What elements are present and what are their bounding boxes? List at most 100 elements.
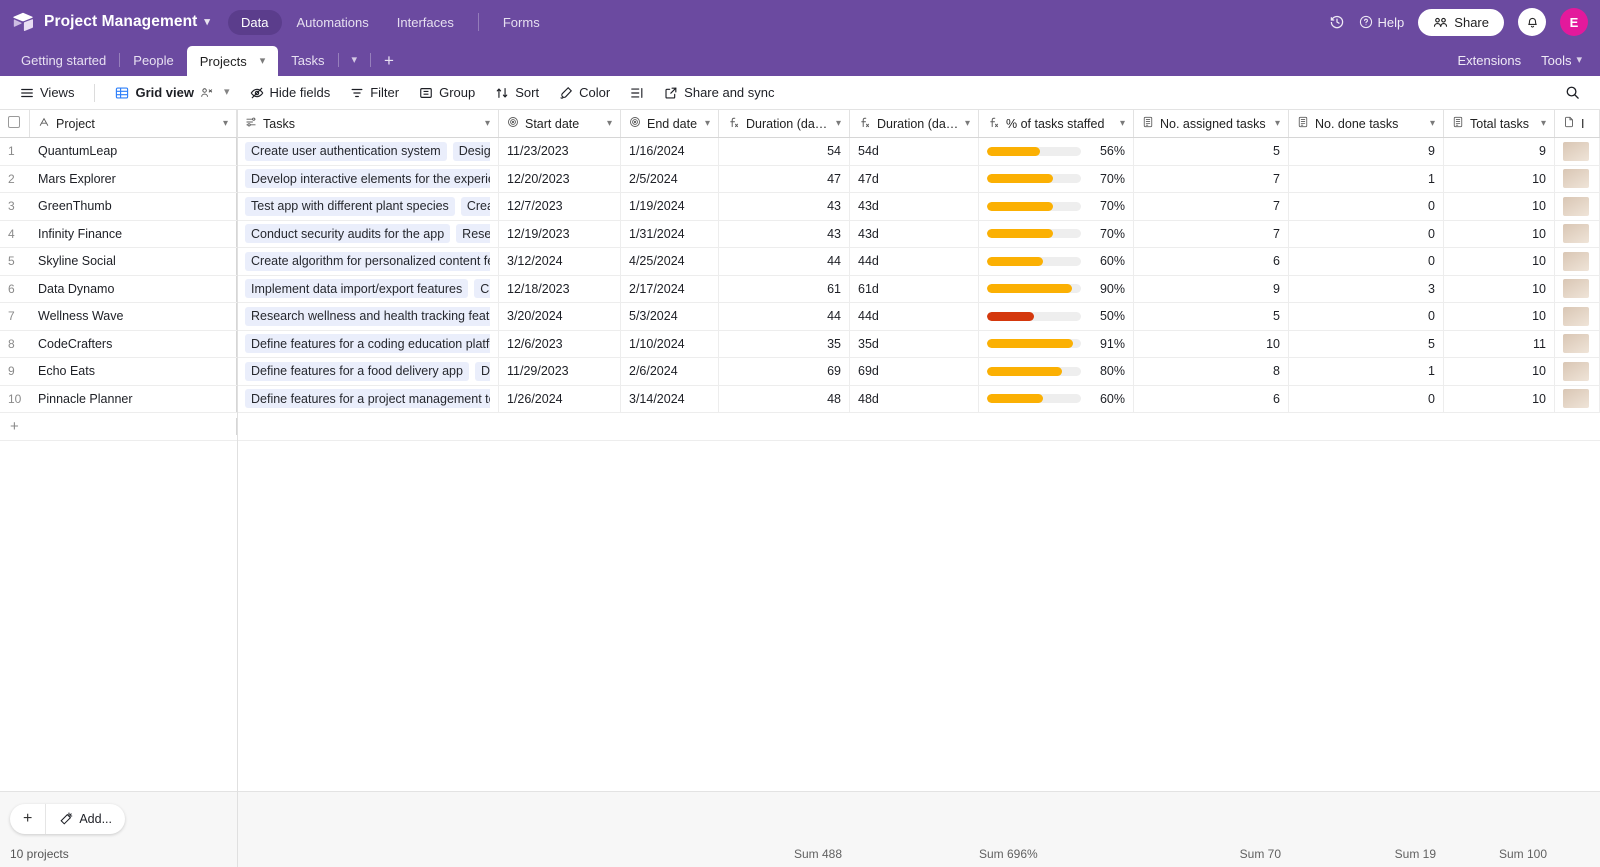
cell-tasks[interactable]: Conduct security audits for the appResea…: [237, 220, 499, 247]
summary-done[interactable]: Sum 19: [1289, 844, 1444, 864]
cell-done[interactable]: 1: [1289, 165, 1444, 192]
cell-attachment[interactable]: [1555, 220, 1600, 247]
cell-tasks[interactable]: Implement data import/export features Cre…: [237, 275, 499, 302]
cell-durd[interactable]: 44d: [850, 303, 979, 330]
summary-end[interactable]: [621, 844, 719, 864]
cell-project[interactable]: CodeCrafters: [30, 330, 237, 357]
color-button[interactable]: Color: [551, 81, 618, 104]
column-header-durd[interactable]: Duration (days...▾: [850, 110, 979, 137]
views-button[interactable]: Views: [12, 81, 82, 104]
cell-percent-tasks-staffed[interactable]: 60%: [979, 385, 1134, 412]
column-header-dur[interactable]: Duration (days) ▾: [719, 110, 850, 137]
task-chip[interactable]: Develop interactive elements for the exp…: [245, 169, 490, 189]
add-with-ai-button[interactable]: Add...: [46, 804, 125, 834]
cell-attachment[interactable]: [1555, 275, 1600, 302]
add-record-button[interactable]: + Add...: [10, 804, 126, 834]
cell-assigned[interactable]: 5: [1134, 303, 1289, 330]
attachment-thumbnail[interactable]: [1563, 279, 1589, 299]
cell-dur[interactable]: 61: [719, 275, 850, 302]
app-nav-interfaces[interactable]: Interfaces: [384, 10, 467, 35]
cell-end[interactable]: 2/17/2024: [621, 275, 719, 302]
tab-getting-started[interactable]: Getting started: [8, 44, 119, 76]
table-row[interactable]: 7 Wellness Wave Research wellness and heal…: [0, 303, 1600, 331]
cell-tasks[interactable]: Define features for a food delivery app D…: [237, 358, 499, 385]
cell-dur[interactable]: 35: [719, 330, 850, 357]
summary-pct[interactable]: Sum 696%: [979, 844, 1134, 864]
cell-total[interactable]: 11: [1444, 330, 1555, 357]
cell-tasks[interactable]: Create algorithm for personalized conten…: [237, 248, 499, 275]
cell-end[interactable]: 1/16/2024: [621, 138, 719, 165]
cell-project[interactable]: Mars Explorer: [30, 165, 237, 192]
column-header-end[interactable]: End date ▾: [621, 110, 719, 137]
attachment-thumbnail[interactable]: [1563, 334, 1589, 354]
cell-done[interactable]: 9: [1289, 138, 1444, 165]
cell-end[interactable]: 5/3/2024: [621, 303, 719, 330]
cell-percent-tasks-staffed[interactable]: 50%: [979, 303, 1134, 330]
summary-durd[interactable]: [850, 844, 979, 864]
cell-dur[interactable]: 43: [719, 220, 850, 247]
cell-durd[interactable]: 35d: [850, 330, 979, 357]
cell-done[interactable]: 0: [1289, 248, 1444, 275]
cell-dur[interactable]: 47: [719, 165, 850, 192]
cell-done[interactable]: 0: [1289, 303, 1444, 330]
cell-dur[interactable]: 44: [719, 248, 850, 275]
cell-start[interactable]: 12/7/2023: [499, 193, 621, 220]
cell-done[interactable]: 1: [1289, 358, 1444, 385]
cell-project[interactable]: Pinnacle Planner: [30, 385, 237, 412]
column-header-tasks[interactable]: Tasks ▾: [237, 110, 499, 137]
add-row-plus-icon[interactable]: +: [0, 418, 237, 435]
summary-assigned[interactable]: Sum 70: [1134, 844, 1289, 864]
help-button[interactable]: Help: [1359, 15, 1404, 30]
summary-dur[interactable]: Sum 488: [719, 844, 850, 864]
cell-project[interactable]: GreenThumb: [30, 193, 237, 220]
cell-attachment[interactable]: [1555, 193, 1600, 220]
history-clock-icon[interactable]: [1329, 14, 1345, 30]
attachment-thumbnail[interactable]: [1563, 251, 1589, 271]
cell-project[interactable]: QuantumLeap: [30, 138, 237, 165]
cell-total[interactable]: 10: [1444, 385, 1555, 412]
cell-percent-tasks-staffed[interactable]: 56%: [979, 138, 1134, 165]
notifications-button[interactable]: [1518, 8, 1546, 36]
cell-attachment[interactable]: [1555, 165, 1600, 192]
cell-end[interactable]: 4/25/2024: [621, 248, 719, 275]
cell-start[interactable]: 12/6/2023: [499, 330, 621, 357]
attachment-thumbnail[interactable]: [1563, 224, 1589, 244]
filter-button[interactable]: Filter: [342, 81, 407, 104]
cell-assigned[interactable]: 7: [1134, 220, 1289, 247]
add-record-plus-icon[interactable]: +: [10, 804, 47, 834]
tab-projects[interactable]: Projects ▾: [186, 46, 279, 76]
cell-total[interactable]: 10: [1444, 303, 1555, 330]
cell-done[interactable]: 3: [1289, 275, 1444, 302]
cell-durd[interactable]: 69d: [850, 358, 979, 385]
summary-start[interactable]: [499, 844, 621, 864]
cell-tasks[interactable]: Define features for a coding education p…: [237, 330, 499, 357]
column-header-project[interactable]: Project ▾: [30, 110, 237, 137]
cell-end[interactable]: 1/19/2024: [621, 193, 719, 220]
tools-button[interactable]: Tools ▾: [1541, 53, 1582, 68]
cell-attachment[interactable]: [1555, 248, 1600, 275]
cell-start[interactable]: 12/19/2023: [499, 220, 621, 247]
attachment-thumbnail[interactable]: [1563, 361, 1589, 381]
column-header-rownum[interactable]: [0, 110, 30, 137]
cell-project[interactable]: Data Dynamo: [30, 275, 237, 302]
column-header-done[interactable]: No. done tasks ▾: [1289, 110, 1444, 137]
cell-project[interactable]: Infinity Finance: [30, 220, 237, 247]
cell-total[interactable]: 10: [1444, 358, 1555, 385]
tab-people[interactable]: People: [120, 44, 186, 76]
cell-done[interactable]: 5: [1289, 330, 1444, 357]
cell-percent-tasks-staffed[interactable]: 70%: [979, 220, 1134, 247]
extensions-button[interactable]: Extensions: [1458, 53, 1522, 68]
cell-total[interactable]: 10: [1444, 275, 1555, 302]
cell-attachment[interactable]: [1555, 385, 1600, 412]
summary-img[interactable]: [1555, 844, 1600, 864]
cell-start[interactable]: 11/29/2023: [499, 358, 621, 385]
app-nav-forms[interactable]: Forms: [490, 10, 553, 35]
cell-attachment[interactable]: [1555, 138, 1600, 165]
chevron-down-icon[interactable]: ▾: [260, 54, 266, 67]
cell-attachment[interactable]: [1555, 358, 1600, 385]
cell-assigned[interactable]: 6: [1134, 248, 1289, 275]
attachment-thumbnail[interactable]: [1563, 141, 1589, 161]
summary-tasks[interactable]: [237, 844, 499, 864]
cell-tasks[interactable]: Define features for a project management…: [237, 385, 499, 412]
column-header-pct[interactable]: % of tasks staffed ▾: [979, 110, 1134, 137]
